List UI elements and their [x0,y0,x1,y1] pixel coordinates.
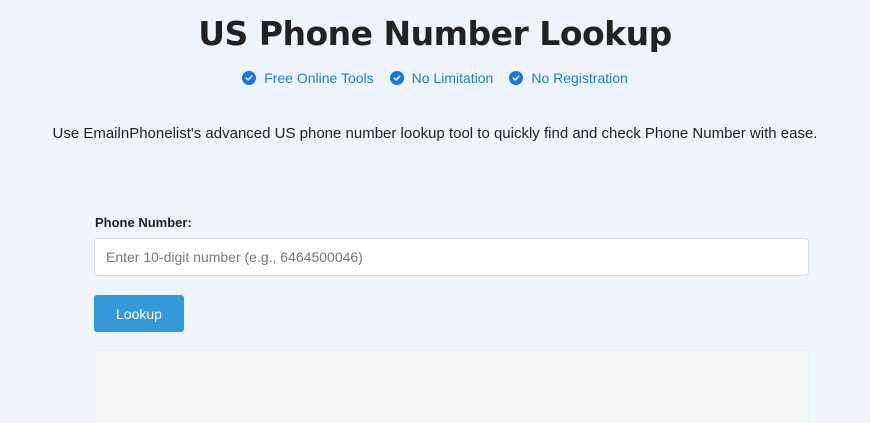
check-circle-icon [389,71,404,85]
feature-item-no-limitation: No Limitation [389,68,494,88]
page-title: US Phone Number Lookup [198,14,672,53]
result-panel [94,350,809,423]
check-circle-icon [242,71,257,85]
feature-label: Free Online Tools [264,70,374,86]
page-description: Use EmailnPhonelist's advanced US phone … [52,125,818,142]
phone-number-label: Phone Number: [95,215,192,230]
feature-item-free-tools: Free Online Tools [242,68,374,88]
phone-number-input[interactable] [94,238,809,276]
feature-label: No Registration [531,70,628,86]
check-circle-icon [509,71,524,85]
feature-item-no-registration: No Registration [509,68,628,88]
feature-label: No Limitation [411,70,494,86]
page: US Phone Number Lookup Free Online Tools… [0,0,870,423]
lookup-button[interactable]: Lookup [94,295,184,332]
feature-list: Free Online Tools No Limitation No Regis… [0,68,870,88]
